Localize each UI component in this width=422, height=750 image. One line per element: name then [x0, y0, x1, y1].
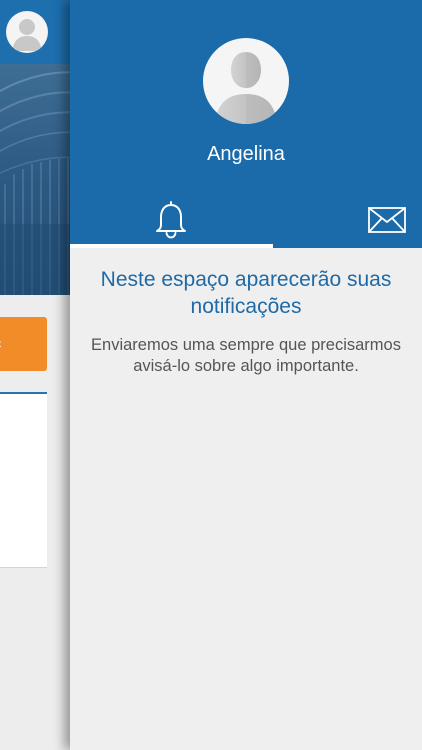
background-hero-image: [0, 64, 70, 295]
chevron-left-icon: ‹: [0, 336, 2, 350]
mail-icon: [368, 207, 406, 233]
background-top-bar: [0, 0, 70, 64]
drawer-header: Angelina: [70, 0, 422, 248]
empty-state-title: Neste espaço aparecerão suas notificaçõe…: [100, 268, 392, 318]
notifications-drawer: Angelina Neste espaço aparecerão suas no…: [70, 0, 422, 750]
background-avatar-icon[interactable]: [6, 11, 48, 53]
user-avatar-icon[interactable]: [203, 38, 289, 124]
tab-notifications[interactable]: [70, 196, 273, 248]
background-card: [0, 392, 47, 568]
profile-name: Angelina: [207, 143, 285, 165]
bell-icon: [156, 201, 186, 239]
empty-state-description: Enviaremos uma sempre que precisarmos av…: [91, 336, 401, 375]
background-app[interactable]: ‹: [0, 0, 70, 750]
tab-messages[interactable]: [273, 196, 422, 248]
active-tab-indicator: [70, 244, 273, 248]
background-action-button[interactable]: ‹: [0, 317, 47, 371]
screen: ‹ Ang: [0, 0, 422, 750]
